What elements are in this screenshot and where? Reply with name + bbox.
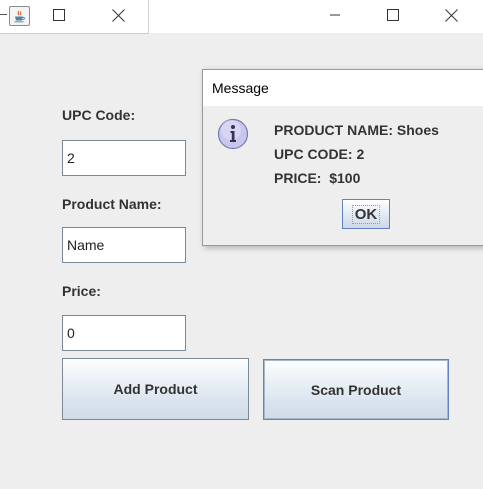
close-icon <box>444 8 458 22</box>
message-upc-code: UPC CODE: 2 <box>274 146 365 162</box>
message-price: PRICE: $100 <box>274 170 361 186</box>
ok-button-label: OK <box>351 204 381 224</box>
price-label: Price: <box>62 283 101 299</box>
close-icon <box>111 8 125 22</box>
java-cup-icon <box>9 6 30 26</box>
background-window-titlebar[interactable] <box>0 0 149 34</box>
maximize-icon <box>53 9 65 21</box>
minimize-icon <box>330 14 340 16</box>
ok-button[interactable]: OK <box>342 199 390 229</box>
dialog-titlebar[interactable]: Message <box>203 70 483 106</box>
price-input[interactable] <box>62 315 186 351</box>
add-product-button[interactable]: Add Product <box>62 358 249 420</box>
dialog-title: Message <box>212 80 269 96</box>
background-close-button[interactable] <box>95 0 141 30</box>
close-button[interactable] <box>428 0 474 30</box>
product-name-input[interactable] <box>62 227 186 263</box>
background-window-edge <box>0 14 7 15</box>
scan-product-button[interactable]: Scan Product <box>263 359 449 420</box>
minimize-button[interactable] <box>312 0 358 30</box>
product-name-label: Product Name: <box>62 196 162 212</box>
message-product-name: PRODUCT NAME: Shoes <box>274 122 439 138</box>
message-dialog: Message PRODUCT NAME: Shoes UPC CODE: 2 … <box>202 69 483 246</box>
upc-code-input[interactable] <box>62 140 186 176</box>
maximize-icon <box>387 9 399 21</box>
maximize-button[interactable] <box>370 0 416 30</box>
information-icon <box>217 118 249 150</box>
upc-code-label: UPC Code: <box>62 107 136 123</box>
background-maximize-button[interactable] <box>36 0 82 30</box>
